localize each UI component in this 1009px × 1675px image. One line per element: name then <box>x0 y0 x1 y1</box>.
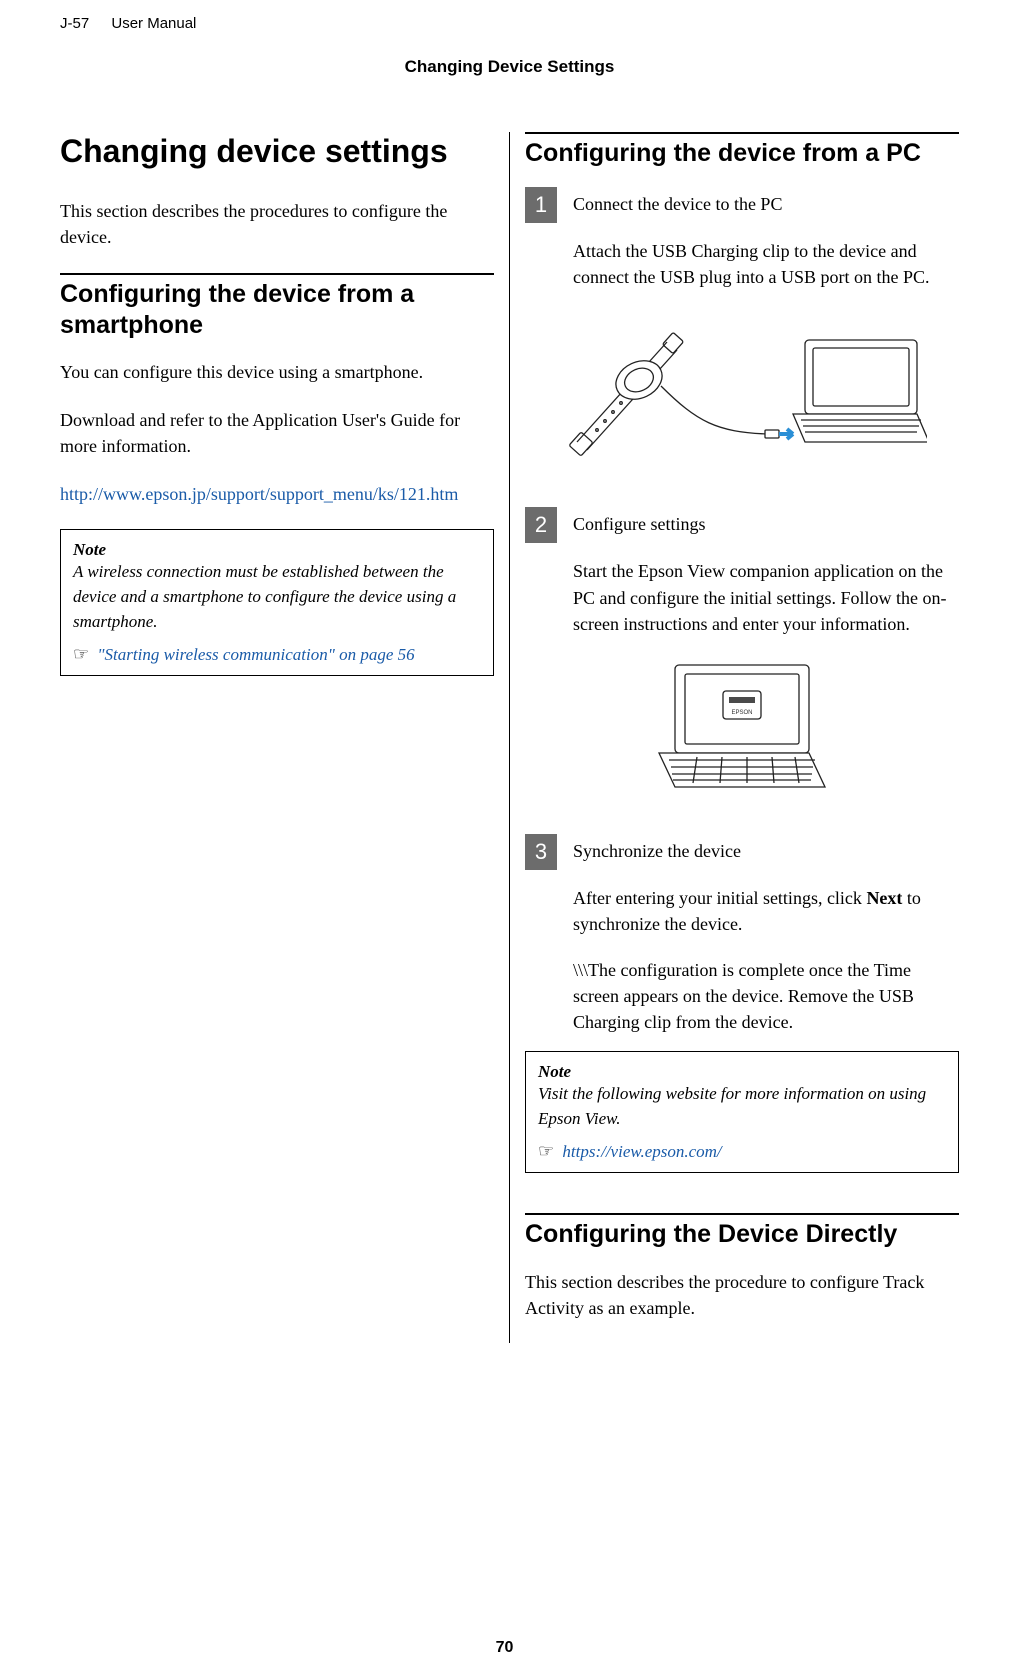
intro-text: This section describes the procedures to… <box>60 198 494 250</box>
hand-icon: ☞ <box>73 644 89 665</box>
step-description: After entering your initial settings, cl… <box>573 885 959 937</box>
subheading-directly: Configuring the Device Directly <box>525 1213 959 1250</box>
step-title: Connect the device to the PC <box>573 191 959 218</box>
hand-icon: ☞ <box>538 1141 554 1162</box>
body-paragraph: You can configure this device using a sm… <box>60 359 494 385</box>
section-header: Changing Device Settings <box>60 57 959 77</box>
note-text: Visit the following website for more inf… <box>538 1084 926 1128</box>
support-url-link[interactable]: http://www.epson.jp/support/support_menu… <box>60 484 458 504</box>
left-column: Changing device settings This section de… <box>60 132 510 1343</box>
page-header: J-57 User Manual <box>60 15 959 32</box>
step-number-badge: 1 <box>525 187 557 223</box>
note-box: Note A wireless connection must be estab… <box>60 529 494 676</box>
subheading-pc: Configuring the device from a PC <box>525 132 959 169</box>
laptop-illustration: EPSON <box>637 659 847 799</box>
page-number: 70 <box>0 1639 1009 1657</box>
body-paragraph: This section describes the procedure to … <box>525 1269 959 1321</box>
subheading-smartphone: Configuring the device from a smartphone <box>60 273 494 342</box>
step-number-badge: 3 <box>525 834 557 870</box>
step-description: Start the Epson View companion applicati… <box>573 558 959 636</box>
step-3: 3 Synchronize the device After entering … <box>525 834 959 1035</box>
step-description: Attach the USB Charging clip to the devi… <box>573 238 959 290</box>
note-box: Note Visit the following website for mor… <box>525 1051 959 1173</box>
right-column: Configuring the device from a PC 1 Conne… <box>510 132 959 1343</box>
step-title: Configure settings <box>573 511 959 538</box>
step-1: 1 Connect the device to the PC Attach th… <box>525 187 959 290</box>
step-2: 2 Configure settings Start the Epson Vie… <box>525 507 959 636</box>
page-title: Changing device settings <box>60 132 494 170</box>
step-description: \\\The configuration is complete once th… <box>573 957 959 1035</box>
note-cross-reference-link[interactable]: "Starting wireless communication" on pag… <box>97 645 414 664</box>
next-label: Next <box>866 888 902 908</box>
model-code: J-57 <box>60 15 89 32</box>
doc-type: User Manual <box>111 15 196 32</box>
epson-view-url-link[interactable]: https://view.epson.com/ <box>562 1142 721 1161</box>
note-label: Note <box>73 540 481 560</box>
note-text: A wireless connection must be establishe… <box>73 562 456 630</box>
note-label: Note <box>538 1062 946 1082</box>
step-title: Synchronize the device <box>573 838 959 865</box>
body-paragraph: Download and refer to the Application Us… <box>60 407 494 459</box>
step-number-badge: 2 <box>525 507 557 543</box>
device-to-pc-illustration <box>557 312 927 472</box>
svg-text:EPSON: EPSON <box>731 710 752 716</box>
